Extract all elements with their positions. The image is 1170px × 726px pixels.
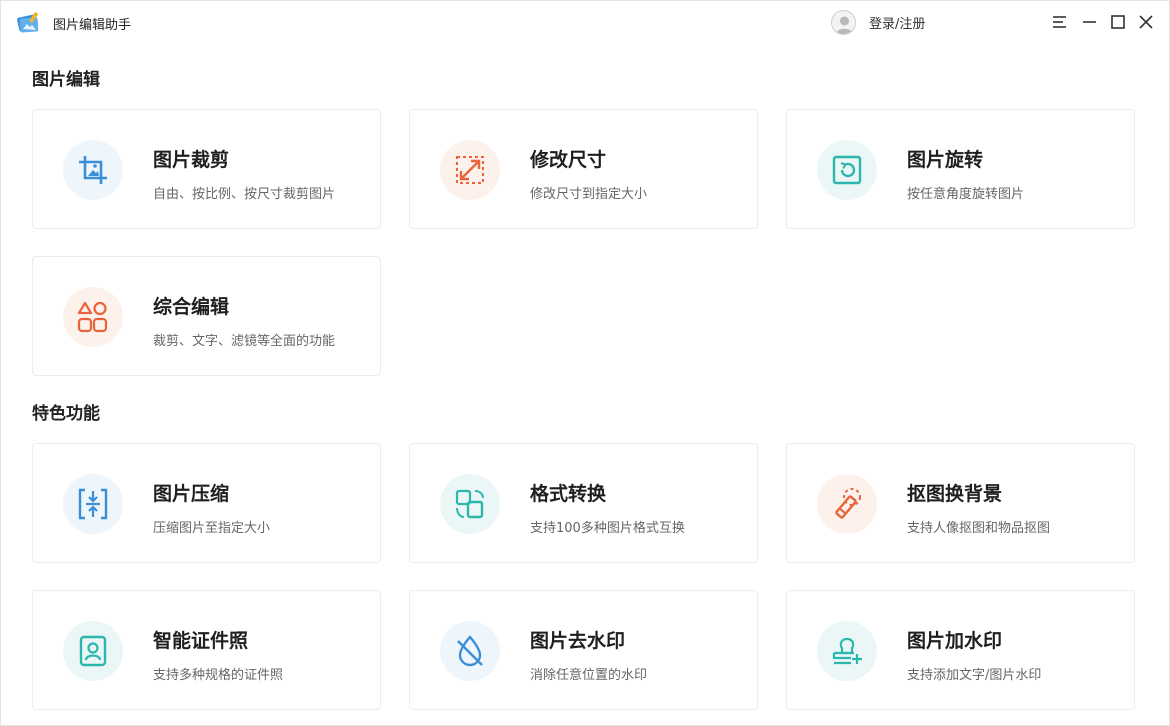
menu-icon[interactable]	[1051, 13, 1069, 31]
card-cutout[interactable]: 抠图换背景 支持人像抠图和物品抠图	[786, 443, 1135, 563]
card-desc: 裁剪、文字、滤镜等全面的功能	[153, 334, 336, 349]
app-logo-icon	[17, 12, 39, 33]
card-title: 抠图换背景	[907, 483, 1003, 505]
card-desc: 压缩图片至指定大小	[153, 521, 271, 536]
add-watermark-icon	[832, 637, 862, 665]
card-rotate[interactable]: 图片旋转 按任意角度旋转图片	[786, 109, 1135, 229]
close-icon[interactable]	[1137, 13, 1155, 31]
login-button[interactable]: 登录/注册	[831, 9, 926, 35]
user-avatar-icon	[836, 16, 853, 34]
card-title: 图片裁剪	[153, 149, 230, 171]
card-add-watermark[interactable]: 图片加水印 支持添加文字/图片水印	[786, 590, 1135, 710]
card-title: 智能证件照	[153, 630, 249, 652]
resize-icon	[456, 156, 484, 184]
login-label: 登录/注册	[869, 16, 926, 32]
remove-watermark-icon	[457, 635, 483, 667]
card-desc: 支持100多种图片格式互换	[530, 521, 685, 536]
card-desc: 消除任意位置的水印	[530, 668, 648, 683]
section-title-features: 特色功能	[32, 404, 100, 424]
eraser-icon	[835, 488, 861, 519]
app-title: 图片编辑助手	[53, 18, 132, 33]
card-resize[interactable]: 修改尺寸 修改尺寸到指定大小	[409, 109, 758, 229]
card-desc: 支持添加文字/图片水印	[907, 668, 1042, 683]
crop-icon	[79, 156, 107, 184]
app-window: 图片编辑助手 登录/注册 图片编辑 图片裁剪 自由、按比例、按尺寸裁剪图片 修改…	[0, 0, 1170, 726]
card-comprehensive-edit[interactable]: 综合编辑 裁剪、文字、滤镜等全面的功能	[32, 256, 381, 376]
compress-icon	[78, 488, 108, 520]
shapes-icon	[77, 301, 108, 333]
card-title: 图片旋转	[907, 149, 984, 171]
card-title: 图片压缩	[153, 483, 230, 505]
card-desc: 自由、按比例、按尺寸裁剪图片	[153, 187, 336, 202]
id-photo-icon	[79, 635, 107, 667]
card-desc: 修改尺寸到指定大小	[530, 187, 648, 202]
convert-icon	[455, 489, 484, 519]
card-title: 格式转换	[530, 483, 607, 505]
maximize-icon[interactable]	[1109, 13, 1127, 31]
avatar	[831, 9, 856, 35]
card-desc: 按任意角度旋转图片	[907, 187, 1025, 202]
card-title: 综合编辑	[153, 296, 230, 318]
card-title: 修改尺寸	[530, 149, 607, 171]
card-desc: 支持人像抠图和物品抠图	[907, 521, 1051, 536]
card-id-photo[interactable]: 智能证件照 支持多种规格的证件照	[32, 590, 381, 710]
section-title-image-edit: 图片编辑	[32, 70, 100, 90]
minimize-icon[interactable]	[1081, 13, 1099, 31]
card-crop[interactable]: 图片裁剪 自由、按比例、按尺寸裁剪图片	[32, 109, 381, 229]
card-remove-watermark[interactable]: 图片去水印 消除任意位置的水印	[409, 590, 758, 710]
card-compress[interactable]: 图片压缩 压缩图片至指定大小	[32, 443, 381, 563]
rotate-icon	[832, 155, 862, 185]
title-bar: 图片编辑助手 登录/注册	[1, 1, 1169, 43]
card-format-convert[interactable]: 格式转换 支持100多种图片格式互换	[409, 443, 758, 563]
card-title: 图片去水印	[530, 630, 626, 652]
card-desc: 支持多种规格的证件照	[153, 668, 284, 683]
card-title: 图片加水印	[907, 630, 1003, 652]
